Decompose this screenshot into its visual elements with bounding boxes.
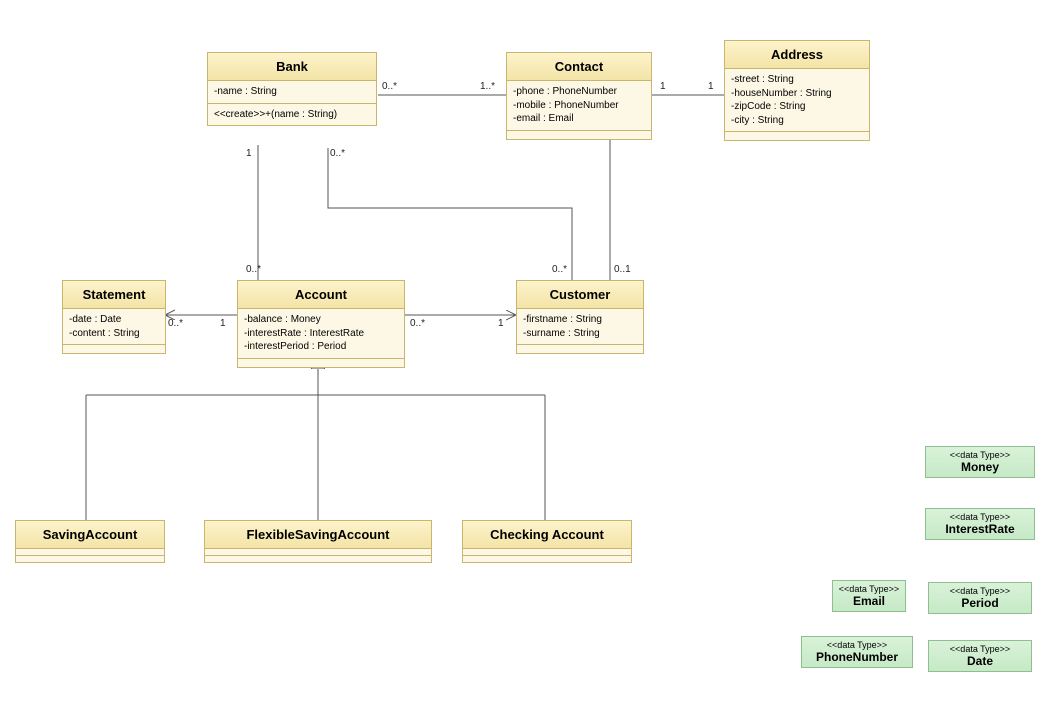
class-contact-attrs: -phone : PhoneNumber -mobile : PhoneNumb… — [507, 81, 651, 131]
class-address-ops — [725, 132, 869, 140]
customer-attr-0: -firstname : String — [523, 313, 637, 327]
class-contact-name: Contact — [507, 53, 651, 81]
class-checking-attrs — [463, 549, 631, 556]
dt-phone-name: PhoneNumber — [806, 650, 908, 664]
dt-ir-stereo: <<data Type>> — [930, 512, 1030, 522]
dt-period-stereo: <<data Type>> — [933, 586, 1027, 596]
class-flexible-name: FlexibleSavingAccount — [205, 521, 431, 549]
mult-contact-address-right: 1 — [708, 81, 714, 92]
mult-contact-address-left: 1 — [660, 81, 666, 92]
datatype-interestrate: <<data Type>> InterestRate — [925, 508, 1035, 540]
class-saving-attrs — [16, 549, 164, 556]
datatype-money: <<data Type>> Money — [925, 446, 1035, 478]
datatype-period: <<data Type>> Period — [928, 582, 1032, 614]
class-customer: Customer -firstname : String -surname : … — [516, 280, 644, 354]
uml-diagram-canvas: 0..* 1..* 1 1 1 0..* 0..* 0..* 0..1 0..*… — [0, 0, 1054, 712]
class-contact: Contact -phone : PhoneNumber -mobile : P… — [506, 52, 652, 140]
class-checking-account: Checking Account — [462, 520, 632, 563]
contact-attr-1: -mobile : PhoneNumber — [513, 99, 645, 113]
mult-bank-contact-left: 0..* — [382, 81, 397, 92]
class-saving-account: SavingAccount — [15, 520, 165, 563]
dt-date-stereo: <<data Type>> — [933, 644, 1027, 654]
mult-contact-customer-bot: 0..1 — [614, 264, 631, 275]
class-account-name: Account — [238, 281, 404, 309]
contact-attr-2: -email : Email — [513, 112, 645, 126]
dt-email-name: Email — [837, 594, 901, 608]
class-flexible-ops — [205, 556, 431, 562]
dt-money-stereo: <<data Type>> — [930, 450, 1030, 460]
class-address-name: Address — [725, 41, 869, 69]
class-flexible-attrs — [205, 549, 431, 556]
bank-op-0: <<create>>+(name : String) — [214, 108, 370, 122]
address-attr-3: -city : String — [731, 114, 863, 128]
class-checking-ops — [463, 556, 631, 562]
mult-bank-account-bot: 0..* — [246, 264, 261, 275]
address-attr-2: -zipCode : String — [731, 100, 863, 114]
datatype-phonenumber: <<data Type>> PhoneNumber — [801, 636, 913, 668]
bank-attr-0: -name : String — [214, 85, 370, 99]
mult-account-statement-left: 1 — [220, 318, 226, 329]
account-attr-0: -balance : Money — [244, 313, 398, 327]
address-attr-0: -street : String — [731, 73, 863, 87]
dt-money-name: Money — [930, 460, 1030, 474]
class-account-ops — [238, 359, 404, 367]
statement-attr-0: -date : Date — [69, 313, 159, 327]
class-customer-attrs: -firstname : String -surname : String — [517, 309, 643, 345]
datatype-date: <<data Type>> Date — [928, 640, 1032, 672]
mult-account-customer-right: 1 — [498, 318, 504, 329]
class-checking-name: Checking Account — [463, 521, 631, 549]
assoc-bank-customer — [328, 148, 572, 280]
mult-bank-customer-top: 0..* — [330, 148, 345, 159]
class-statement-ops — [63, 345, 165, 353]
dt-period-name: Period — [933, 596, 1027, 610]
contact-attr-0: -phone : PhoneNumber — [513, 85, 645, 99]
class-saving-name: SavingAccount — [16, 521, 164, 549]
class-bank: Bank -name : String <<create>>+(name : S… — [207, 52, 377, 126]
account-attr-2: -interestPeriod : Period — [244, 340, 398, 354]
mult-account-customer-left: 0..* — [410, 318, 425, 329]
class-customer-name: Customer — [517, 281, 643, 309]
account-attr-1: -interestRate : InterestRate — [244, 327, 398, 341]
customer-attr-1: -surname : String — [523, 327, 637, 341]
address-attr-1: -houseNumber : String — [731, 87, 863, 101]
class-saving-ops — [16, 556, 164, 562]
dt-phone-stereo: <<data Type>> — [806, 640, 908, 650]
dt-email-stereo: <<data Type>> — [837, 584, 901, 594]
class-bank-ops: <<create>>+(name : String) — [208, 104, 376, 126]
class-address: Address -street : String -houseNumber : … — [724, 40, 870, 141]
dt-date-name: Date — [933, 654, 1027, 668]
class-flexible-saving-account: FlexibleSavingAccount — [204, 520, 432, 563]
class-statement: Statement -date : Date -content : String — [62, 280, 166, 354]
class-statement-name: Statement — [63, 281, 165, 309]
class-statement-attrs: -date : Date -content : String — [63, 309, 165, 345]
datatype-email: <<data Type>> Email — [832, 580, 906, 612]
class-customer-ops — [517, 345, 643, 353]
mult-account-statement-right: 0..* — [168, 318, 183, 329]
mult-bank-contact-right: 1..* — [480, 81, 495, 92]
dt-ir-name: InterestRate — [930, 522, 1030, 536]
class-bank-name: Bank — [208, 53, 376, 81]
statement-attr-1: -content : String — [69, 327, 159, 341]
class-account-attrs: -balance : Money -interestRate : Interes… — [238, 309, 404, 359]
class-bank-attrs: -name : String — [208, 81, 376, 104]
class-address-attrs: -street : String -houseNumber : String -… — [725, 69, 869, 132]
class-account: Account -balance : Money -interestRate :… — [237, 280, 405, 368]
mult-bank-account-top: 1 — [246, 148, 252, 159]
class-contact-ops — [507, 131, 651, 139]
mult-bank-customer-bot: 0..* — [552, 264, 567, 275]
